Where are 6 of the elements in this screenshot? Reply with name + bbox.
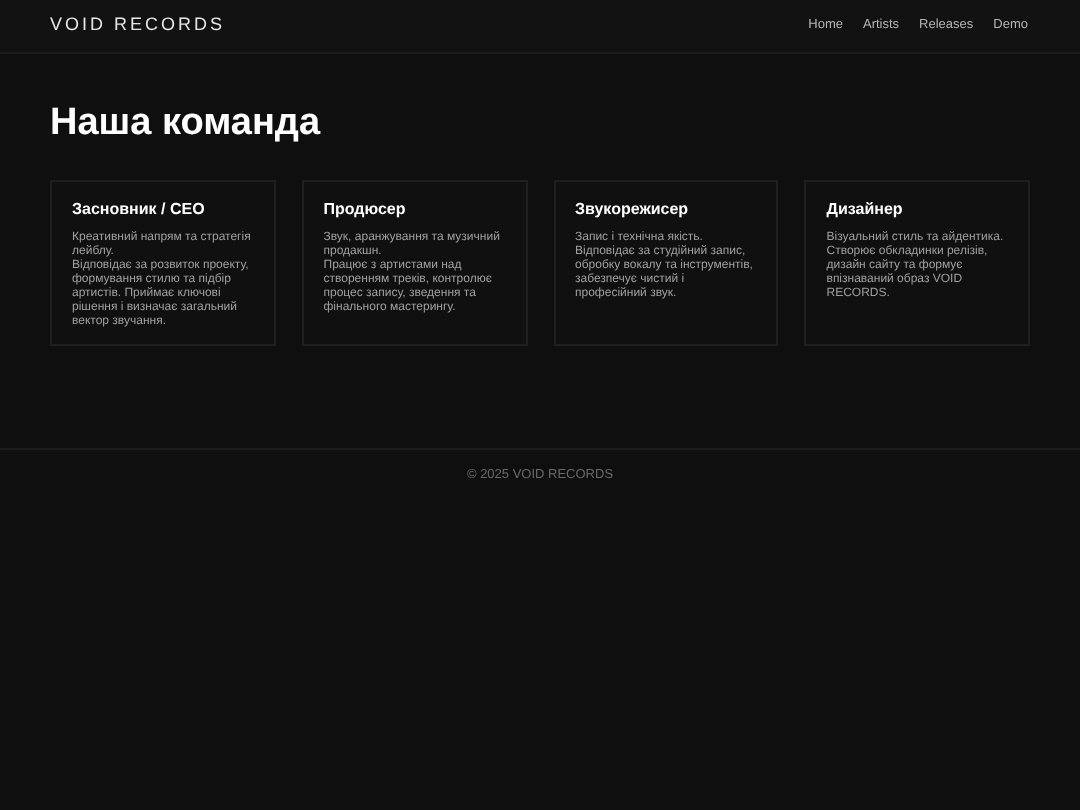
role-title: Дизайнер — [826, 202, 905, 218]
logo-text: VOID RECORDS — [50, 12, 226, 39]
page-title: Наша команда — [50, 104, 323, 142]
role-title: Продюсер — [323, 202, 408, 218]
role-title: Засновник / CEO — [72, 202, 207, 218]
role-title: Звукорежисер — [575, 202, 691, 218]
